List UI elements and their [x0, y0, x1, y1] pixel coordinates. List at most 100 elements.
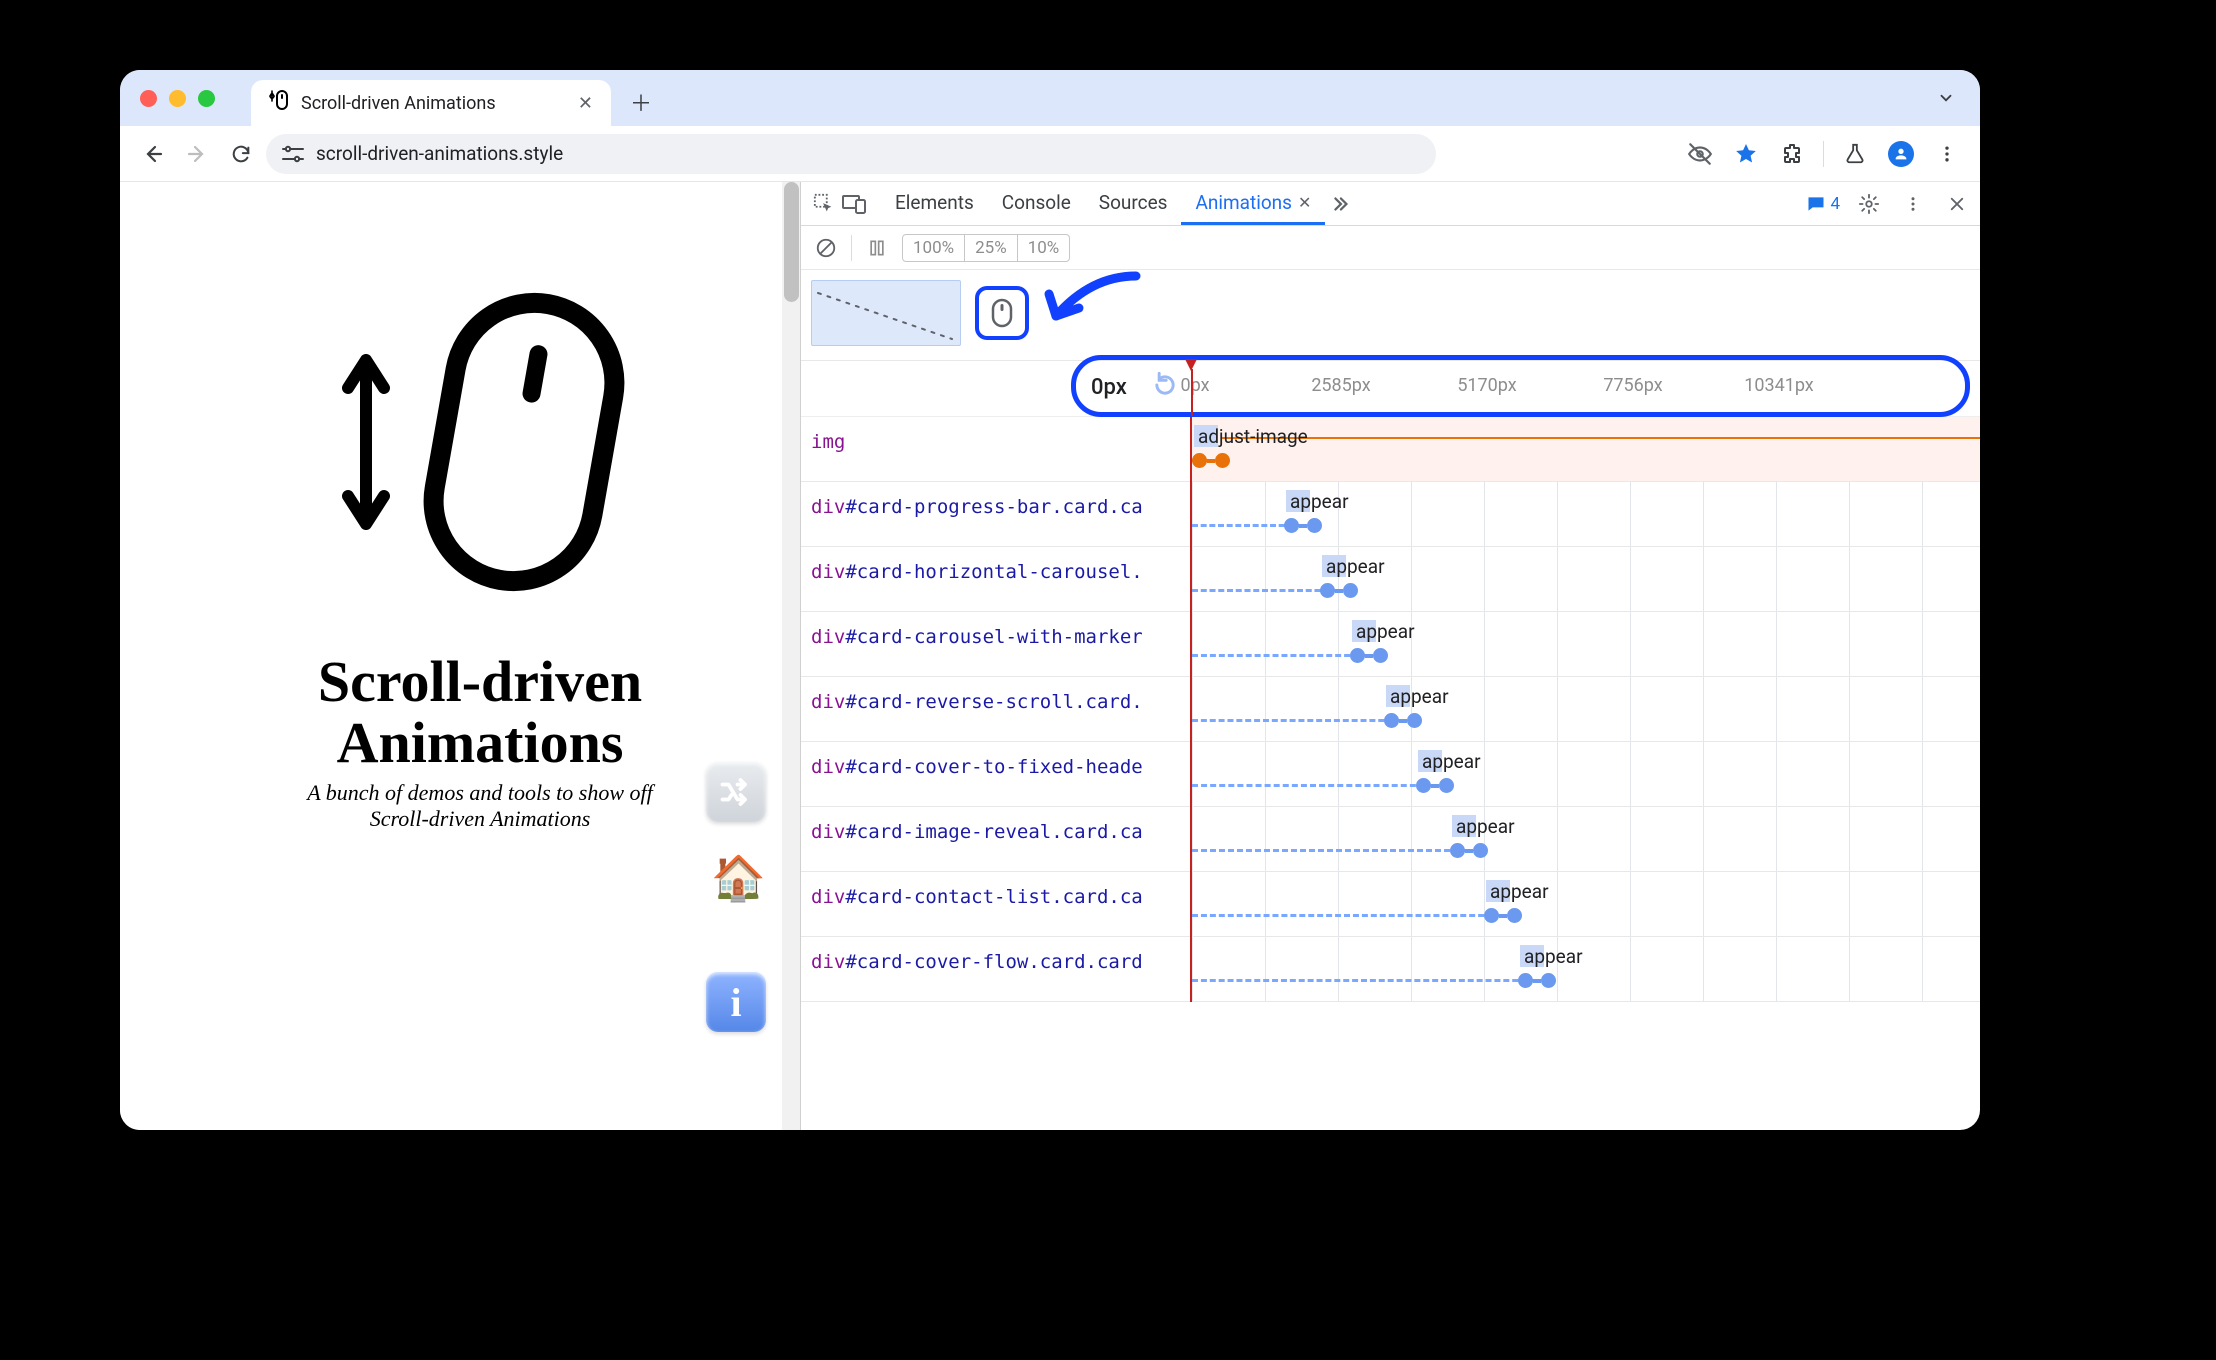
inspect-element-icon[interactable] — [809, 189, 839, 219]
element-selector[interactable]: div#card-horizontal-carousel. — [801, 547, 1191, 611]
element-selector[interactable]: img — [801, 417, 1191, 481]
element-selector[interactable]: div#card-progress-bar.card.ca — [801, 482, 1191, 546]
animation-name-label: appear — [1326, 555, 1385, 578]
settings-gear-icon[interactable] — [1854, 189, 1884, 219]
element-selector[interactable]: div#card-cover-to-fixed-heade — [801, 742, 1191, 806]
page-scrollbar-thumb[interactable] — [784, 182, 799, 302]
tab-elements[interactable]: Elements — [881, 182, 988, 225]
animation-row[interactable]: imgadjust-image — [801, 417, 1980, 482]
tick-label: 5170px — [1457, 375, 1516, 396]
keyframe-endpoints[interactable] — [1350, 648, 1388, 663]
back-button[interactable] — [134, 135, 172, 173]
animation-row[interactable]: div#card-contact-list.card.ca appear — [801, 872, 1980, 937]
playhead-line[interactable] — [1190, 417, 1192, 1002]
devtools-kebab-icon[interactable] — [1898, 189, 1928, 219]
delay-line — [1192, 654, 1368, 657]
new-tab-button[interactable]: ＋ — [621, 82, 661, 122]
animation-name-label: appear — [1390, 685, 1449, 708]
profile-avatar[interactable] — [1882, 135, 1920, 173]
keyframe-endpoints[interactable] — [1484, 908, 1522, 923]
animation-row[interactable]: div#card-progress-bar.card.ca appear — [801, 482, 1980, 547]
replay-icon[interactable] — [1151, 371, 1179, 403]
devtools-close-icon[interactable] — [1942, 189, 1972, 219]
tab-strip: Scroll-driven Animations ✕ ＋ — [120, 70, 1980, 126]
animation-row[interactable]: div#card-carousel-with-marker appear — [801, 612, 1980, 677]
delay-line — [1192, 979, 1536, 982]
keyframe-endpoints[interactable] — [1192, 453, 1230, 468]
delay-line — [1192, 914, 1502, 917]
site-settings-icon[interactable] — [282, 143, 304, 165]
timeline-lane[interactable]: appear — [1191, 807, 1980, 871]
more-tabs-icon[interactable] — [1325, 189, 1355, 219]
page-viewport[interactable]: Scroll-drivenAnimations A bunch of demos… — [120, 182, 800, 1130]
keyframe-endpoints[interactable] — [1384, 713, 1422, 728]
labs-flask-icon[interactable] — [1836, 135, 1874, 173]
tab-animations[interactable]: Animations✕ — [1181, 182, 1325, 225]
timeline-lane[interactable]: appear — [1191, 547, 1980, 611]
timeline-lane[interactable]: appear — [1191, 612, 1980, 676]
keyframe-endpoints[interactable] — [1450, 843, 1488, 858]
speed-10[interactable]: 10% — [1018, 235, 1070, 261]
element-selector[interactable]: div#card-contact-list.card.ca — [801, 872, 1191, 936]
speed-100[interactable]: 100% — [903, 235, 965, 261]
tab-sources[interactable]: Sources — [1085, 182, 1182, 225]
close-tab-icon[interactable]: ✕ — [1298, 193, 1311, 212]
shuffle-button[interactable] — [706, 762, 766, 822]
animation-name-label: appear — [1490, 880, 1549, 903]
extensions-icon[interactable] — [1773, 135, 1811, 173]
animation-name-label: appear — [1422, 750, 1481, 773]
animation-row[interactable]: div#card-cover-flow.card.cardappear — [801, 937, 1980, 1002]
timeline-lane[interactable]: appear — [1191, 872, 1980, 936]
animation-name-label: appear — [1356, 620, 1415, 643]
device-toolbar-icon[interactable] — [839, 189, 869, 219]
url-text: scroll-driven-animations.style — [316, 142, 563, 165]
tab-console[interactable]: Console — [988, 182, 1085, 225]
devtools-panel: Elements Console Sources Animations✕ 4 — [800, 182, 1980, 1130]
scroll-driven-badge[interactable] — [975, 286, 1029, 340]
tabs-dropdown-icon[interactable] — [1928, 80, 1964, 116]
element-selector[interactable]: div#card-image-reveal.card.ca — [801, 807, 1191, 871]
timeline-lane[interactable]: adjust-image — [1191, 417, 1980, 481]
forward-button[interactable] — [178, 135, 216, 173]
keyframe-endpoints[interactable] — [1416, 778, 1454, 793]
devtools-tab-bar: Elements Console Sources Animations✕ 4 — [801, 182, 1980, 226]
toolbar-divider — [1823, 141, 1824, 167]
messages-badge[interactable]: 4 — [1806, 194, 1840, 214]
tick-label: 0px — [1180, 375, 1209, 396]
address-bar[interactable]: scroll-driven-animations.style — [266, 134, 1436, 174]
tab-close-icon[interactable]: ✕ — [578, 93, 593, 114]
pause-all-icon[interactable] — [862, 233, 892, 263]
timeline-lane[interactable]: appear — [1191, 677, 1980, 741]
reload-button[interactable] — [222, 135, 260, 173]
element-selector[interactable]: div#card-reverse-scroll.card. — [801, 677, 1191, 741]
info-button[interactable]: i — [706, 972, 766, 1032]
speed-25[interactable]: 25% — [965, 235, 1018, 261]
kebab-menu-icon[interactable] — [1928, 135, 1966, 173]
keyframe-endpoints[interactable] — [1518, 973, 1556, 988]
playhead-line[interactable] — [1191, 369, 1193, 416]
minimize-window-icon[interactable] — [169, 90, 186, 107]
close-window-icon[interactable] — [140, 90, 157, 107]
maximize-window-icon[interactable] — [198, 90, 215, 107]
home-emoji-button[interactable]: 🏠 — [711, 852, 766, 904]
timeline-lane[interactable]: appear — [1191, 482, 1980, 546]
keyframe-endpoints[interactable] — [1320, 583, 1358, 598]
eye-off-icon[interactable] — [1681, 135, 1719, 173]
animation-group-thumb[interactable] — [811, 280, 961, 346]
animation-row[interactable]: div#card-reverse-scroll.card. appear — [801, 677, 1980, 742]
animation-name-label: appear — [1290, 490, 1349, 513]
timeline-lane[interactable]: appear — [1191, 742, 1980, 806]
timeline-lane[interactable]: appear — [1191, 937, 1980, 1001]
animation-row[interactable]: div#card-cover-to-fixed-heade appear — [801, 742, 1980, 807]
bookmark-star-icon[interactable] — [1727, 135, 1765, 173]
animation-groups-row — [801, 270, 1980, 361]
browser-tab[interactable]: Scroll-driven Animations ✕ — [251, 80, 611, 126]
animation-row[interactable]: div#card-horizontal-carousel. appear — [801, 547, 1980, 612]
clear-all-icon[interactable] — [811, 233, 841, 263]
element-selector[interactable]: div#card-cover-flow.card.card — [801, 937, 1191, 1001]
keyframe-endpoints[interactable] — [1284, 518, 1322, 533]
element-selector[interactable]: div#card-carousel-with-marker — [801, 612, 1191, 676]
timeline-ruler[interactable]: 0px 0px 2585px 5170px 7756px 10341px — [801, 361, 1980, 417]
animation-row[interactable]: div#card-image-reveal.card.caappear — [801, 807, 1980, 872]
mouse-small-icon — [991, 298, 1013, 328]
